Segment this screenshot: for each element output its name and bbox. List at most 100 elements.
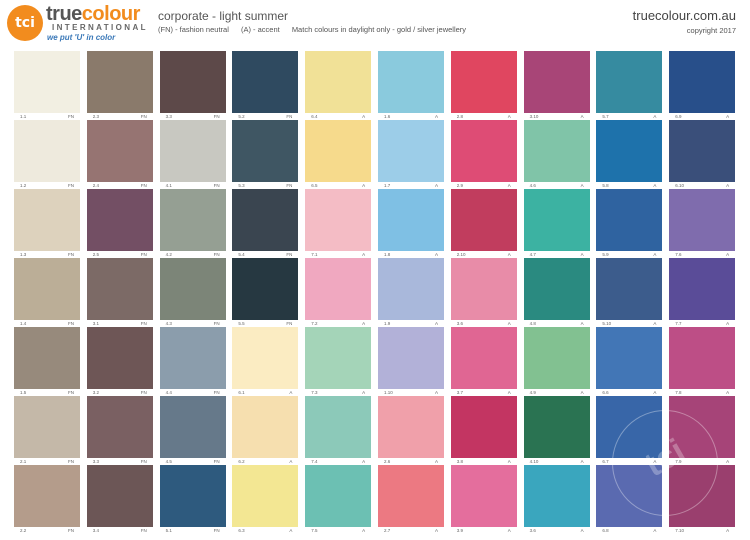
- colour-swatch: [450, 258, 517, 320]
- colour-swatch: [669, 258, 736, 320]
- brand-sub: INTERNATIONAL: [52, 23, 148, 32]
- colour-swatch: [450, 327, 517, 389]
- swatch-code: 6.3: [238, 528, 245, 533]
- colour-swatch: [232, 465, 299, 527]
- swatch-cell: 5.5 FN: [232, 258, 299, 328]
- colour-swatch: [86, 327, 153, 389]
- swatch-cell: 3.7 A: [450, 327, 517, 397]
- colour-swatch: [14, 258, 80, 320]
- colour-swatch: [232, 51, 299, 113]
- swatch-cell: 7.8 A: [669, 327, 736, 397]
- swatch-cell: 7.5 A: [305, 465, 372, 535]
- swatch-cell: 7.7 A: [669, 258, 736, 328]
- swatch-cell: 1.8 A: [378, 189, 444, 259]
- colour-swatch: [159, 120, 226, 182]
- colour-swatch: [523, 189, 590, 251]
- swatch-cell: 5.7 A: [596, 51, 663, 121]
- colour-swatch: [378, 327, 444, 389]
- swatch-cell: 6.10 A: [669, 120, 736, 190]
- brand-name: truecolour: [46, 3, 140, 25]
- palette-legend: (FN) - fashion neutral (A) - accent Matc…: [158, 25, 466, 34]
- swatch-cell: 4.6 A: [523, 120, 590, 190]
- swatch-cell: 1.6 A: [378, 51, 444, 121]
- swatch-code: 2.7: [384, 528, 391, 533]
- swatch-cell: 1.10 A: [378, 327, 444, 397]
- swatch-cell: 5.9 A: [596, 189, 663, 259]
- swatch-cell: 5.2 FN: [232, 51, 299, 121]
- colour-swatch: [523, 258, 590, 320]
- colour-swatch: [159, 189, 226, 251]
- colour-swatch: [159, 51, 226, 113]
- swatch-cell: 1.3 FN: [14, 189, 80, 259]
- colour-swatch: [523, 396, 590, 458]
- colour-swatch: [14, 327, 80, 389]
- swatch-cell: 4.4 FN: [159, 327, 226, 397]
- colour-swatch: [232, 258, 299, 320]
- header: tci truecolour INTERNATIONAL we put 'U' …: [0, 0, 750, 48]
- colour-swatch: [232, 396, 299, 458]
- swatch-code: 6.8: [602, 528, 609, 533]
- colour-swatch: [86, 120, 153, 182]
- swatch-cell: 7.3 A: [305, 327, 372, 397]
- colour-swatch: [669, 120, 736, 182]
- colour-swatch: [378, 189, 444, 251]
- swatch-cell: 1.4 FN: [14, 258, 80, 328]
- colour-swatch: [596, 51, 663, 113]
- watermark-logo-icon: tci: [612, 410, 718, 516]
- colour-swatch: [450, 465, 517, 527]
- colour-swatch: [378, 465, 444, 527]
- swatch-cell: 3.6 A: [523, 465, 590, 535]
- colour-swatch: [305, 51, 372, 113]
- colour-swatch: [378, 120, 444, 182]
- swatch-type: FN: [140, 528, 147, 533]
- colour-swatch: [232, 327, 299, 389]
- colour-swatch: [305, 258, 372, 320]
- swatch-cell: 5.8 A: [596, 120, 663, 190]
- colour-swatch: [14, 189, 80, 251]
- legend-fn: (FN) - fashion neutral: [158, 25, 229, 34]
- colour-swatch: [378, 258, 444, 320]
- swatch-cell: 5.3 FN: [232, 120, 299, 190]
- swatch-cell: 4.3 FN: [159, 258, 226, 328]
- colour-swatch: [450, 51, 517, 113]
- swatch-type: A: [653, 528, 657, 533]
- website-link[interactable]: truecolour.com.au: [633, 8, 736, 23]
- swatch-cell: 2.2 FN: [14, 465, 80, 535]
- swatch-cell: 1.9 A: [378, 258, 444, 328]
- swatch-cell: 2.10 A: [450, 189, 517, 259]
- swatch-type: A: [726, 528, 730, 533]
- swatch-cell: 2.3 FN: [86, 51, 153, 121]
- colour-swatch: [86, 51, 153, 113]
- colour-swatch: [14, 51, 80, 113]
- swatch-cell: 2.7 A: [378, 465, 444, 535]
- swatch-type: A: [580, 528, 584, 533]
- colour-swatch: [86, 465, 153, 527]
- swatch-type: FN: [68, 528, 74, 533]
- swatch-cell: 2.1 FN: [14, 396, 80, 466]
- swatch-cell: 7.6 A: [669, 189, 736, 259]
- swatch-cell: 3.3 FN: [86, 396, 153, 466]
- swatch-cell: 2.5 FN: [86, 189, 153, 259]
- colour-swatch: [14, 120, 80, 182]
- logo-mark: tci: [7, 5, 43, 41]
- swatch-cell: 6.6 A: [596, 327, 663, 397]
- colour-swatch: [450, 120, 517, 182]
- swatch-cell: 3.10 A: [523, 51, 590, 121]
- tagline: we put 'U' in color: [47, 33, 116, 42]
- colour-swatch: [14, 396, 80, 458]
- colour-swatch: [86, 258, 153, 320]
- colour-swatch: [523, 465, 590, 527]
- swatch-cell: 1.5 FN: [14, 327, 80, 397]
- swatch-code: 2.2: [20, 528, 27, 533]
- swatch-cell: 6.9 A: [669, 51, 736, 121]
- swatch-cell: 2.9 A: [450, 120, 517, 190]
- copyright: copyright 2017: [686, 26, 736, 35]
- swatch-code: 7.5: [311, 528, 318, 533]
- colour-swatch: [378, 51, 444, 113]
- watermark-text: tci: [638, 431, 692, 485]
- swatch-code: 3.4: [92, 528, 100, 533]
- colour-swatch: [596, 189, 663, 251]
- swatch-cell: 4.10 A: [523, 396, 590, 466]
- colour-swatch: [450, 189, 517, 251]
- colour-swatch: [14, 465, 80, 527]
